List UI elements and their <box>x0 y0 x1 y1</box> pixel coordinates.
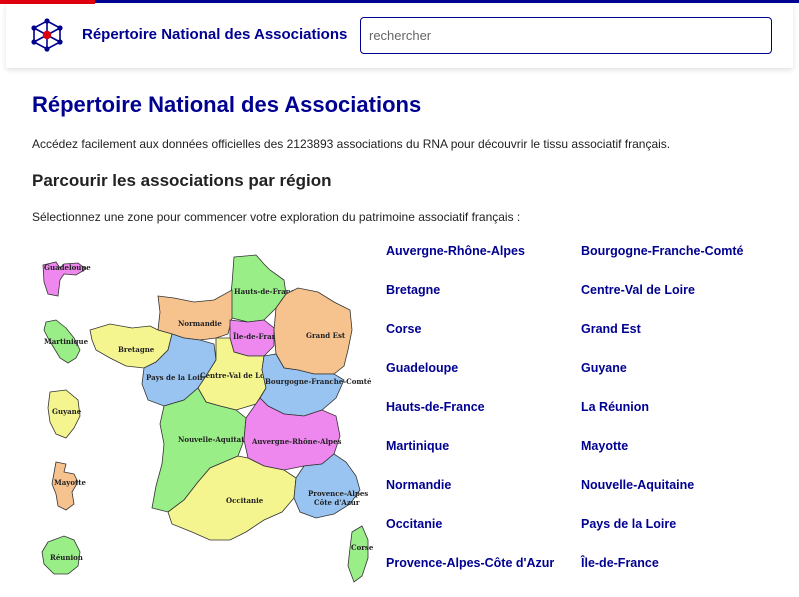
map-label-martinique: Martinique <box>44 337 89 346</box>
region-link-nouvelle-aquitaine[interactable]: Nouvelle-Aquitaine <box>581 478 694 492</box>
map-label-bourgogne-franche-comte: Bourgogne-Franche-Comté <box>265 377 372 386</box>
map-label-normandie: Normandie <box>178 319 222 328</box>
map-region-normandie[interactable] <box>157 289 233 341</box>
section-title: Parcourir les associations par région <box>32 171 332 190</box>
map-label-corse: Corse <box>351 543 374 552</box>
map-label-paca-line2: Côte d'Azur <box>314 498 360 507</box>
map-label-grand-est: Grand Est <box>306 331 346 340</box>
region-link-auvergne-rhone-alpes[interactable]: Auvergne-Rhône-Alpes <box>386 244 525 258</box>
network-logo-icon[interactable] <box>30 18 64 52</box>
map-label-guyane: Guyane <box>52 407 82 416</box>
region-link-guadeloupe[interactable]: Guadeloupe <box>386 361 458 375</box>
map-label-auvergne-rhone-alpes: Auvergne-Rhône-Alpes <box>251 437 342 446</box>
region-link-martinique[interactable]: Martinique <box>386 439 449 453</box>
map-label-paca-line1: Provence-Alpes <box>308 489 368 498</box>
region-link-bretagne[interactable]: Bretagne <box>386 283 440 297</box>
selection-prompt: Sélectionnez une zone pour commencer vot… <box>32 210 521 224</box>
top-accent-bar <box>0 0 799 3</box>
map-label-mayotte: Mayotte <box>54 478 86 487</box>
region-link-hauts-de-france[interactable]: Hauts-de-France <box>386 400 485 414</box>
france-regions-map: Guadeloupe Martinique Guyane Mayotte Réu… <box>41 254 374 583</box>
map-label-occitanie: Occitanie <box>226 496 264 505</box>
region-link-provence-alpes-cote-dazur[interactable]: Provence-Alpes-Côte d'Azur <box>386 556 554 570</box>
region-link-guyane[interactable]: Guyane <box>581 361 627 375</box>
region-link-centre-val-de-loire[interactable]: Centre-Val de Loire <box>581 283 695 297</box>
region-link-mayotte[interactable]: Mayotte <box>581 439 628 453</box>
site-title[interactable]: Répertoire National des Associations <box>82 26 347 43</box>
map-label-reunion: Réunion <box>50 553 83 562</box>
region-link-occitanie[interactable]: Occitanie <box>386 517 442 531</box>
region-link-ile-de-france[interactable]: Île-de-France <box>581 556 659 570</box>
region-link-pays-de-la-loire[interactable]: Pays de la Loire <box>581 517 676 531</box>
region-link-bourgogne-franche-comte[interactable]: Bourgogne-Franche-Comté <box>581 244 744 258</box>
site-header: Répertoire National des Associations <box>6 4 793 68</box>
region-link-grand-est[interactable]: Grand Est <box>581 322 641 336</box>
region-link-normandie[interactable]: Normandie <box>386 478 451 492</box>
region-link-la-reunion[interactable]: La Réunion <box>581 400 649 414</box>
map-label-guadeloupe: Guadeloupe <box>44 263 91 272</box>
map-label-nouvelle-aquitaine: Nouvelle-Aquitaine <box>178 435 254 444</box>
page-title: Répertoire National des Associations <box>32 92 422 117</box>
map-label-bretagne: Bretagne <box>118 345 155 354</box>
region-link-corse[interactable]: Corse <box>386 322 421 336</box>
search-input[interactable] <box>360 17 772 54</box>
intro-text: Accédez facilement aux données officiell… <box>32 137 671 151</box>
map-region-corse[interactable] <box>347 525 369 583</box>
